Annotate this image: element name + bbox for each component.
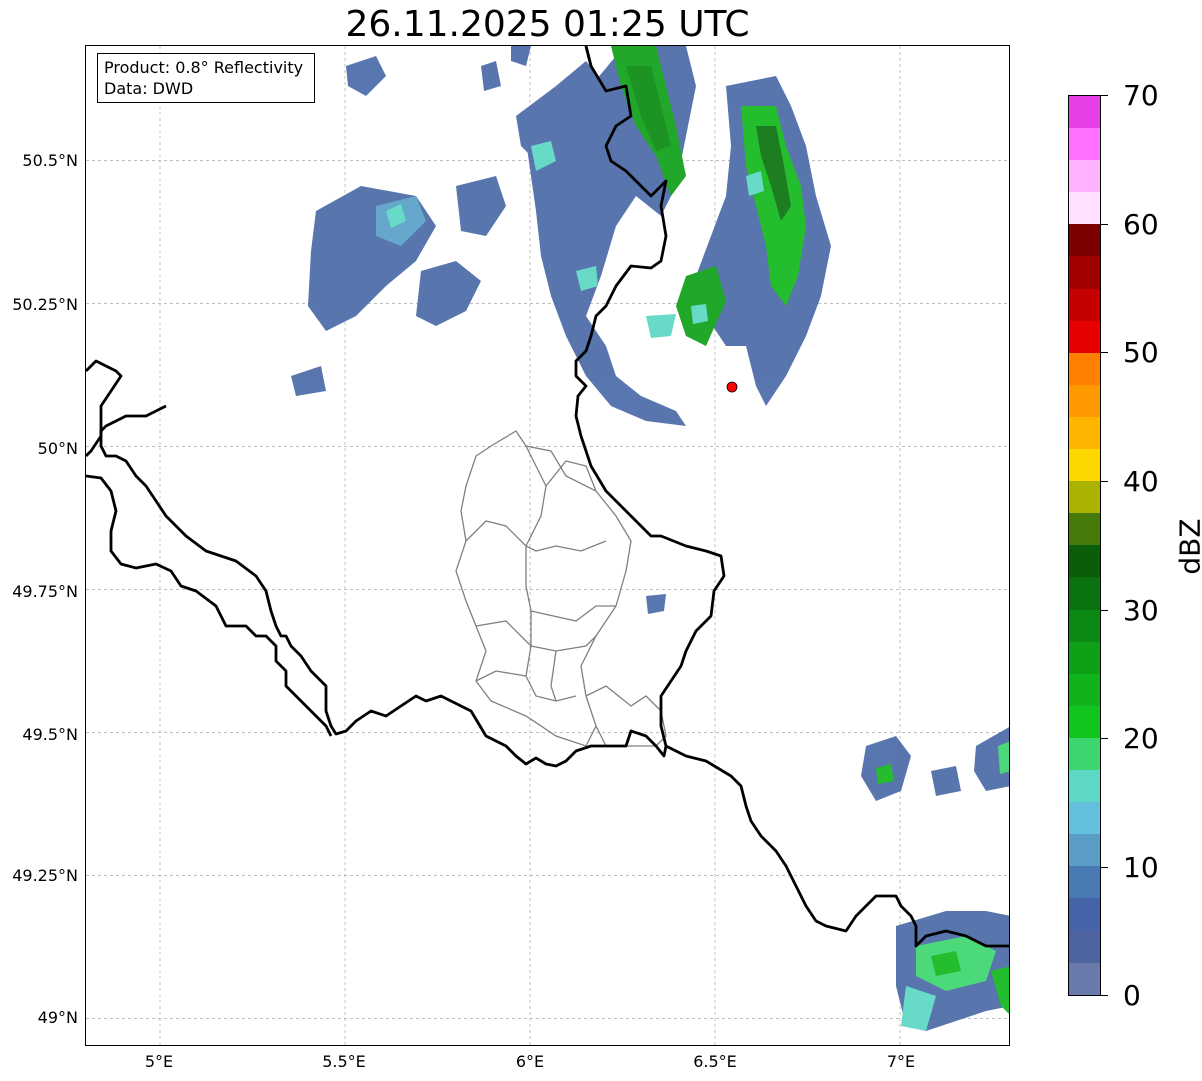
echo-cluster-northeast — [676, 76, 831, 406]
colorbar-segment — [1069, 609, 1100, 642]
colorbar-segment — [1069, 577, 1100, 610]
radar-map[interactable] — [85, 45, 1010, 1046]
colorbar-tickmark — [1101, 738, 1108, 739]
colorbar-segment — [1069, 930, 1100, 963]
colorbar-segment — [1069, 320, 1100, 353]
lat-label-49: 49°N — [37, 1008, 78, 1027]
lat-label-49.75: 49.75°N — [12, 582, 78, 601]
colorbar-tick-20: 20 — [1123, 722, 1159, 755]
colorbar-tickmark — [1101, 610, 1108, 611]
colorbar-tick-60: 60 — [1123, 208, 1159, 241]
colorbar-segment — [1069, 128, 1100, 161]
colorbar-tickmark — [1101, 224, 1108, 225]
radar-site-marker[interactable] — [726, 381, 738, 393]
lat-label-49.25: 49.25°N — [12, 866, 78, 885]
colorbar-tickmark — [1101, 481, 1108, 482]
product-label: Product: 0.8° Reflectivity — [104, 58, 304, 77]
colorbar-segment — [1069, 866, 1100, 899]
colorbar-segment — [1069, 481, 1100, 514]
colorbar-tickmark — [1101, 352, 1108, 353]
map-title: 26.11.2025 01:25 UTC — [345, 4, 750, 45]
colorbar-segment — [1069, 769, 1100, 803]
lon-label-5.5: 5.5°E — [322, 1052, 366, 1071]
colorbar-tick-40: 40 — [1123, 465, 1159, 498]
colorbar — [1068, 95, 1101, 996]
data-source-label: Data: DWD — [104, 79, 194, 98]
colorbar-tick-50: 50 — [1123, 336, 1159, 369]
colorbar-segment — [1069, 673, 1100, 706]
lon-label-6.5: 6.5°E — [693, 1052, 737, 1071]
colorbar-segment — [1069, 288, 1100, 321]
colorbar-tickmark — [1101, 867, 1108, 868]
colorbar-segment — [1069, 192, 1100, 225]
colorbar-segment — [1069, 384, 1100, 417]
colorbar-segment — [1069, 352, 1100, 385]
colorbar-segment — [1069, 545, 1100, 578]
lat-label-50.5: 50.5°N — [22, 151, 78, 170]
lon-label-5: 5°E — [144, 1052, 174, 1071]
colorbar-segment — [1069, 898, 1100, 931]
product-info-box: Product: 0.8° Reflectivity Data: DWD — [97, 53, 315, 103]
colorbar-unit-label: dBZ — [1173, 518, 1202, 575]
colorbar-segment — [1069, 96, 1100, 129]
colorbar-tickmark — [1101, 95, 1108, 96]
colorbar-segment — [1069, 160, 1100, 193]
lat-label-49.5: 49.5°N — [22, 725, 78, 744]
colorbar-tick-0: 0 — [1123, 979, 1141, 1012]
lat-label-50: 50°N — [37, 439, 78, 458]
lon-label-7: 7°E — [886, 1052, 916, 1071]
colorbar-segment — [1069, 834, 1100, 867]
colorbar-segment — [1069, 416, 1100, 450]
colorbar-segment — [1069, 513, 1100, 546]
colorbar-tick-10: 10 — [1123, 851, 1159, 884]
colorbar-segment — [1069, 737, 1100, 770]
colorbar-segment — [1069, 802, 1100, 835]
colorbar-segment — [1069, 256, 1100, 289]
colorbar-tick-70: 70 — [1123, 79, 1159, 112]
echo-cluster-southeast — [646, 594, 1009, 1031]
lon-label-6: 6°E — [515, 1052, 545, 1071]
colorbar-segment — [1069, 224, 1100, 257]
admin-boundaries — [455, 430, 667, 747]
colorbar-tickmark — [1101, 995, 1108, 996]
colorbar-segment — [1069, 962, 1100, 995]
colorbar-segment — [1069, 705, 1100, 738]
lat-label-50.25: 50.25°N — [12, 295, 78, 314]
colorbar-segment — [1069, 641, 1100, 674]
colorbar-segment — [1069, 449, 1100, 482]
colorbar-tick-30: 30 — [1123, 594, 1159, 627]
map-canvas — [86, 46, 1009, 1045]
